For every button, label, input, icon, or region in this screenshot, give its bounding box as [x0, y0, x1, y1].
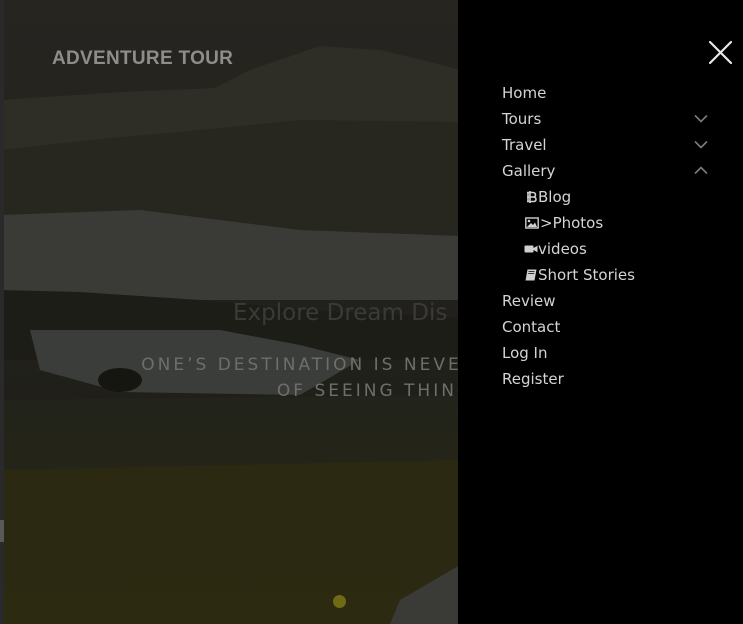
menu-item-label: Register — [502, 370, 564, 388]
menu-item-tours[interactable]: Tours — [502, 106, 717, 132]
close-icon[interactable] — [707, 39, 734, 66]
image-icon — [525, 217, 539, 229]
submenu-item-label: videos — [538, 240, 587, 258]
submenu-item-short-stories[interactable]: Short Stories — [502, 262, 717, 288]
nav-menu: Home Tours Travel Gallery Blog >Photos v… — [502, 80, 717, 392]
submenu-item-label: >Photos — [540, 214, 604, 232]
hero-title: Explore Dream Dis — [233, 300, 448, 326]
book-icon — [525, 269, 537, 281]
video-camera-icon — [524, 245, 538, 253]
menu-item-label: Log In — [502, 344, 548, 362]
menu-item-label: Gallery — [502, 162, 556, 180]
submenu-item-label: Short Stories — [538, 266, 635, 284]
chevron-up-icon[interactable] — [694, 166, 708, 175]
menu-item-review[interactable]: Review — [502, 288, 717, 314]
menu-item-label: Home — [502, 84, 547, 102]
submenu-item-label: Blog — [538, 188, 572, 206]
menu-item-label: Travel — [502, 136, 547, 154]
menu-item-label: Tours — [502, 110, 542, 128]
menu-item-label: Review — [502, 292, 556, 310]
submenu-item-blog[interactable]: Blog — [502, 184, 717, 210]
menu-item-log-in[interactable]: Log In — [502, 340, 717, 366]
scroll-indicator — [0, 520, 4, 542]
menu-item-label: Contact — [502, 318, 561, 336]
bitcoin-icon — [527, 191, 537, 203]
site-logo-text[interactable]: ADVENTURE TOUR — [52, 48, 233, 70]
chevron-down-icon[interactable] — [694, 114, 708, 123]
menu-item-register[interactable]: Register — [502, 366, 717, 392]
submenu-item-photos[interactable]: >Photos — [502, 210, 717, 236]
slider-dot[interactable] — [333, 595, 346, 608]
menu-item-home[interactable]: Home — [502, 80, 717, 106]
menu-item-gallery[interactable]: Gallery — [502, 158, 717, 184]
menu-item-travel[interactable]: Travel — [502, 132, 717, 158]
menu-item-contact[interactable]: Contact — [502, 314, 717, 340]
chevron-down-icon[interactable] — [694, 140, 708, 149]
submenu-item-videos[interactable]: videos — [502, 236, 717, 262]
